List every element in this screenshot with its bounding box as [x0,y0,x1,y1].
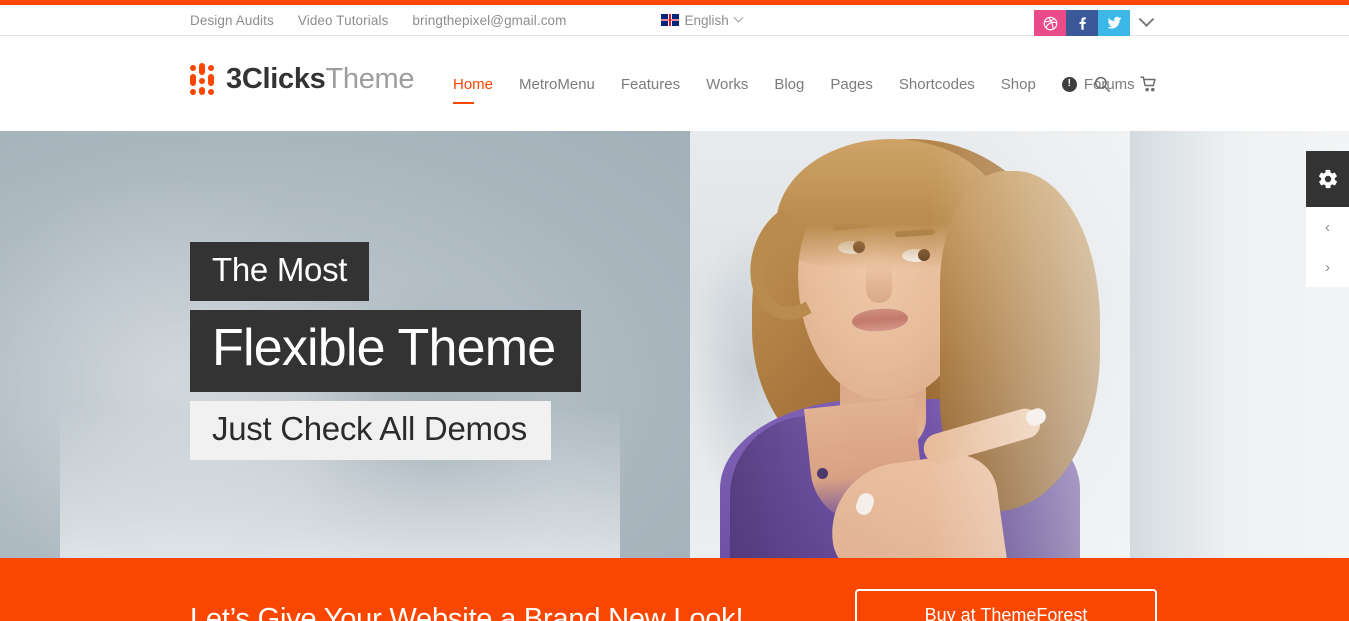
nav-label: Features [620,75,681,93]
language-label: English [684,12,729,28]
exclamation-circle-icon: ! [1061,76,1077,92]
nav-label: Works [706,75,749,93]
nav-item-shortcodes[interactable]: Shortcodes [886,76,988,93]
facebook-icon[interactable] [1066,10,1098,36]
dribbble-icon[interactable] [1034,10,1066,36]
nav-label: Pages [830,75,873,93]
hero-slider: The Most Flexible Theme Just Check All D… [0,131,1349,558]
hero-caption-line2: Flexible Theme [190,310,582,392]
site-header: 3ClicksTheme Home MetroMenu Features Wor… [0,37,1349,131]
nav-item-shop[interactable]: Shop [988,76,1049,93]
slider-arrows: ‹ › [1306,207,1349,287]
slider-next-button[interactable]: › [1306,247,1349,287]
nav-item-blog[interactable]: Blog [761,76,817,93]
main-navigation: Home MetroMenu Features Works Blog Pages… [440,37,1148,131]
nav-item-pages[interactable]: Pages [817,76,886,93]
uk-flag-icon [660,14,679,26]
topbar: Design Audits Video Tutorials bringthepi… [0,5,1349,36]
topbar-links: Design Audits Video Tutorials bringthepi… [190,5,744,35]
chevron-down-icon [733,12,744,23]
hero-right-fade [929,131,1349,558]
buy-at-themeforest-button[interactable]: Buy at ThemeForest [855,589,1157,621]
nav-label: Shop [1000,75,1036,93]
brand-name-light: Theme [325,62,415,95]
cta-title: Let’s Give Your Website a Brand New Look… [190,603,744,621]
nav-item-works[interactable]: Works [693,76,761,93]
brand-text: 3ClicksTheme [226,62,415,95]
logo-dots-icon [190,63,216,95]
nav-label: Home [453,75,494,93]
header-icons [1093,37,1159,131]
twitter-icon[interactable] [1098,10,1130,36]
topbar-link-design-audits[interactable]: Design Audits [190,13,274,28]
page-root: Design Audits Video Tutorials bringthepi… [0,0,1349,621]
nav-item-features[interactable]: Features [608,76,693,93]
nav-item-metromenu[interactable]: MetroMenu [506,76,608,93]
gear-icon [1318,169,1337,189]
settings-gear-button[interactable] [1306,151,1349,207]
search-icon[interactable] [1093,75,1111,93]
language-switcher[interactable]: English [660,12,744,28]
hero-caption-line1: The Most [190,242,370,301]
social-links [1034,10,1130,36]
nav-item-home[interactable]: Home [440,75,506,104]
cart-icon[interactable] [1139,75,1159,93]
hero-caption-line3: Just Check All Demos [190,401,551,460]
chevron-down-icon [1138,10,1154,27]
nav-label: MetroMenu [519,75,595,93]
nav-label: Blog [774,75,805,93]
slider-prev-button[interactable]: ‹ [1306,207,1349,247]
topbar-link-video-tutorials[interactable]: Video Tutorials [298,13,389,28]
blouse-button [817,468,828,479]
topbar-expand-button[interactable] [1131,10,1161,36]
topbar-email-link[interactable]: bringthepixel@gmail.com [412,13,566,28]
logo[interactable]: 3ClicksTheme [190,62,415,95]
nav-label: Shortcodes [898,75,975,93]
brand-name-bold: 3Clicks [226,62,326,95]
hero-captions: The Most Flexible Theme Just Check All D… [190,242,582,460]
